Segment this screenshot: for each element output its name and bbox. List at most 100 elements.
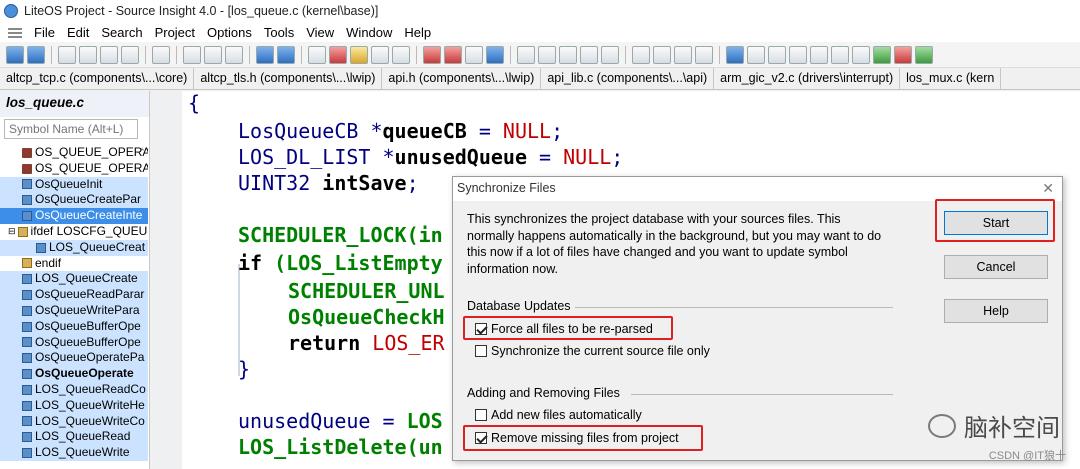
list-item[interactable]: OsQueueOperatePa xyxy=(0,350,148,367)
window-cascade-icon[interactable] xyxy=(695,45,713,64)
menu-options[interactable]: Options xyxy=(201,25,258,40)
toolbar xyxy=(0,42,1080,68)
window-layout-icon[interactable] xyxy=(632,45,650,64)
menu-view[interactable]: View xyxy=(300,25,340,40)
leaf-icon[interactable] xyxy=(915,45,933,64)
project-icon[interactable] xyxy=(517,45,535,64)
cancel-button[interactable]: Cancel xyxy=(944,255,1048,279)
list-item[interactable]: LOS_QueueWriteHe xyxy=(0,397,148,414)
tab-altcp-tcp[interactable]: altcp_tcp.c (components\...\core) xyxy=(0,68,195,89)
list-item[interactable]: OsQueueCreatePar xyxy=(0,192,148,209)
file-tab-bar: altcp_tcp.c (components\...\core) altcp_… xyxy=(0,68,1080,90)
tab-los-mux[interactable]: los_mux.c (kern xyxy=(900,68,1002,89)
save-icon[interactable] xyxy=(100,45,118,64)
r-icon[interactable] xyxy=(601,45,619,64)
list-item[interactable]: LOS_QueueWriteCo xyxy=(0,413,148,430)
relation-window-icon[interactable] xyxy=(768,45,786,64)
bookmark-next-icon[interactable] xyxy=(444,45,462,64)
symbol-icon[interactable] xyxy=(538,45,556,64)
hash-icon xyxy=(22,147,32,158)
list-item[interactable]: OS_QUEUE_OPERAT xyxy=(0,161,148,177)
menu-project[interactable]: Project xyxy=(149,25,201,40)
group-database-updates: Database Updates xyxy=(467,299,571,313)
list-item[interactable]: OsQueueBufferOpe xyxy=(0,318,148,335)
back-arrow-icon[interactable] xyxy=(6,45,24,64)
list-item[interactable]: OsQueueInit xyxy=(0,176,148,193)
list-item[interactable]: OsQueueReadParar xyxy=(0,287,148,303)
list-item[interactable]: LOS_QueueReadCo xyxy=(0,381,148,398)
list-item[interactable]: LOS_QueueCreate xyxy=(0,271,148,288)
forward-arrow-icon[interactable] xyxy=(27,45,45,64)
menu-help[interactable]: Help xyxy=(398,25,437,40)
bird-icon[interactable] xyxy=(894,45,912,64)
list-item[interactable]: ⊟ ifdef LOSCFG_QUEU xyxy=(0,224,148,240)
paste-icon[interactable] xyxy=(225,45,243,64)
conditional-icon xyxy=(17,226,28,237)
hash-icon xyxy=(22,163,32,174)
menu-search[interactable]: Search xyxy=(95,25,148,40)
list-item[interactable]: OS_QUEUE_OPERAT xyxy=(0,145,148,161)
sync-current-checkbox[interactable] xyxy=(475,345,487,357)
cut-icon[interactable] xyxy=(183,45,201,64)
tab-arm-gic[interactable]: arm_gic_v2.c (drivers\interrupt) xyxy=(714,68,901,89)
replace-icon[interactable] xyxy=(350,45,368,64)
open-file-icon[interactable] xyxy=(79,45,97,64)
keyword-icon[interactable] xyxy=(831,45,849,64)
bookmark-icon[interactable] xyxy=(423,45,441,64)
list-item[interactable]: LOS_QueueCreat xyxy=(0,239,148,256)
menu-edit[interactable]: Edit xyxy=(61,25,95,40)
window-tile-icon[interactable] xyxy=(674,45,692,64)
collapse-icon[interactable]: ⊟ xyxy=(8,224,16,240)
list-item[interactable]: LOS_QueueWrite xyxy=(0,445,148,461)
list-item[interactable]: endif xyxy=(0,256,148,272)
add-new-checkbox[interactable] xyxy=(475,409,487,421)
tab-api-h[interactable]: api.h (components\...\lwip) xyxy=(382,68,542,89)
menu-tools[interactable]: Tools xyxy=(258,25,300,40)
tab-altcp-tls[interactable]: altcp_tls.h (components\...\lwip) xyxy=(194,68,383,89)
xy-icon[interactable] xyxy=(371,45,389,64)
menu-file[interactable]: File xyxy=(28,25,61,40)
clip-icon[interactable] xyxy=(810,45,828,64)
copy-icon[interactable] xyxy=(204,45,222,64)
print-icon[interactable] xyxy=(152,45,170,64)
save-all-icon[interactable] xyxy=(121,45,139,64)
undo-icon[interactable] xyxy=(256,45,274,64)
home-icon[interactable] xyxy=(873,45,891,64)
editor-gutter xyxy=(152,91,182,469)
tab-api-lib[interactable]: api_lib.c (components\...\api) xyxy=(541,68,715,89)
add-new-checkbox-row[interactable]: Add new files automatically xyxy=(475,408,642,422)
function-icon xyxy=(22,195,32,206)
menu-icon[interactable] xyxy=(8,25,22,39)
options-icon[interactable] xyxy=(726,45,744,64)
browse-icon[interactable] xyxy=(559,45,577,64)
document-icon[interactable] xyxy=(789,45,807,64)
help-button[interactable]: Help xyxy=(944,299,1048,323)
function-icon xyxy=(22,321,32,332)
sync-icon[interactable] xyxy=(486,45,504,64)
list-item[interactable]: OsQueueBufferOpe xyxy=(0,334,148,351)
config-icon[interactable] xyxy=(852,45,870,64)
symbol-search-input[interactable] xyxy=(4,119,138,139)
group-adding-removing: Adding and Removing Files xyxy=(467,386,620,400)
function-icon xyxy=(22,274,32,285)
jump-icon[interactable] xyxy=(465,45,483,64)
conditional-icon xyxy=(22,258,32,269)
list-item[interactable]: OsQueueWritePara xyxy=(0,302,148,319)
window-split-icon[interactable] xyxy=(653,45,671,64)
new-file-icon[interactable] xyxy=(58,45,76,64)
redo-icon[interactable] xyxy=(277,45,295,64)
code-line: } xyxy=(238,357,251,381)
symbol-panel: los_queue.c ⌃ OS_QUEUE_OPERAT OS_QUEUE_O… xyxy=(0,91,150,469)
relation-icon[interactable] xyxy=(580,45,598,64)
find-icon[interactable] xyxy=(308,45,326,64)
sync-current-checkbox-row[interactable]: Synchronize the current source file only xyxy=(475,344,710,358)
close-icon[interactable]: ✕ xyxy=(1042,180,1054,197)
search-files-icon[interactable] xyxy=(392,45,410,64)
list-item[interactable]: LOS_QueueRead xyxy=(0,429,148,446)
code-line: UINT32 intSave; xyxy=(238,171,419,195)
list-item[interactable]: OsQueueOperate xyxy=(0,366,148,382)
list-item-selected[interactable]: OsQueueCreateInte xyxy=(0,208,148,224)
menu-window[interactable]: Window xyxy=(340,25,398,40)
find-next-icon[interactable] xyxy=(329,45,347,64)
context-icon[interactable] xyxy=(747,45,765,64)
